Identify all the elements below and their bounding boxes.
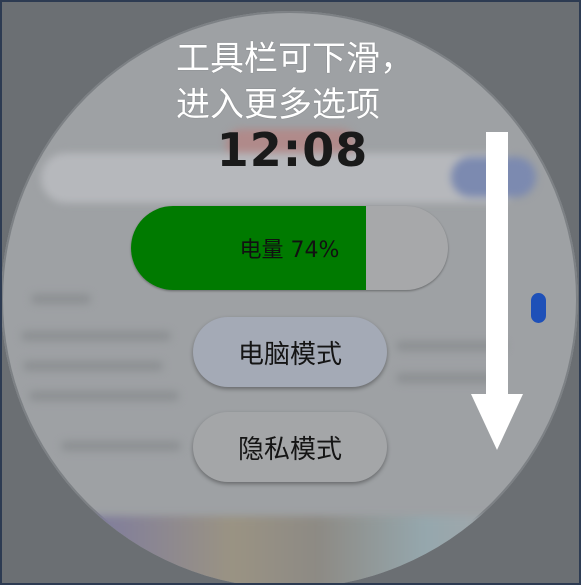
blurred-text-line bbox=[23, 361, 163, 371]
swipe-hint-text: 工具栏可下滑， 进入更多选项 bbox=[176, 39, 414, 125]
blurred-text-line bbox=[31, 294, 91, 304]
private-mode-button[interactable]: 隐私模式 bbox=[193, 412, 387, 482]
down-arrow-icon bbox=[471, 132, 523, 452]
blurred-image-strip bbox=[81, 516, 511, 585]
blurred-text-line bbox=[21, 331, 171, 341]
battery-indicator: 电量 74% bbox=[131, 206, 448, 290]
battery-label: 电量 74% bbox=[239, 238, 340, 263]
blurred-text-line bbox=[61, 441, 181, 451]
scrollbar-thumb[interactable] bbox=[531, 293, 546, 323]
screen: 12:08 电量 74% 电脑模式 隐私模式 工具栏可下滑， 进入更多选项 bbox=[0, 0, 581, 585]
blurred-text-line bbox=[29, 391, 179, 401]
pc-mode-button[interactable]: 电脑模式 bbox=[193, 317, 387, 387]
